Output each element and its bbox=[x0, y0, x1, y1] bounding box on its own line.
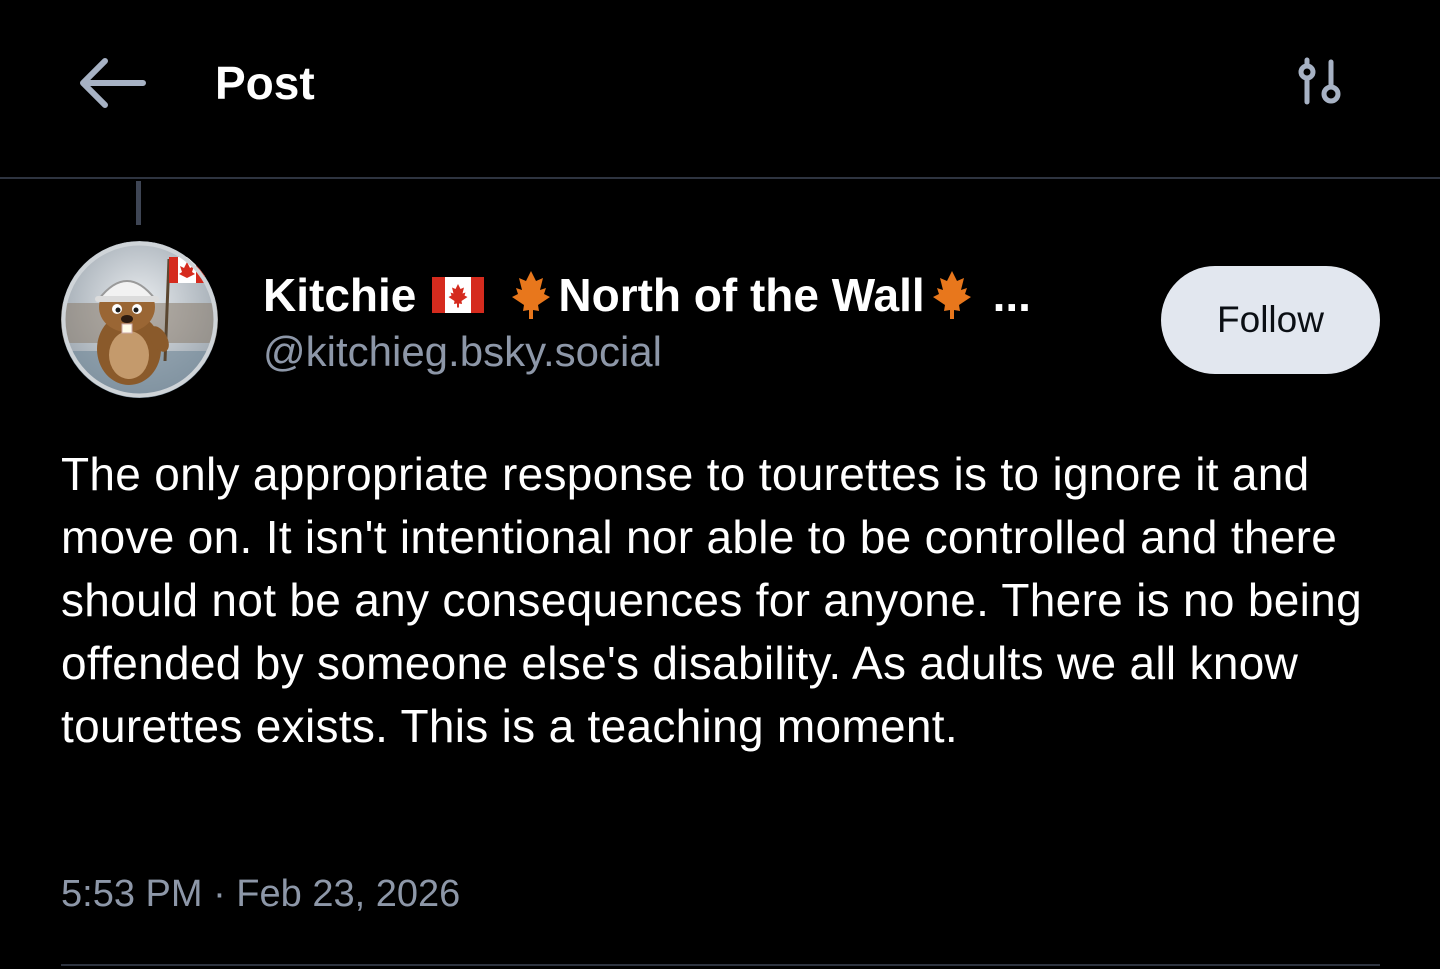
canada-flag-icon bbox=[432, 277, 485, 313]
follow-button[interactable]: Follow bbox=[1161, 266, 1380, 374]
beaver-avatar-image bbox=[61, 241, 218, 398]
back-button[interactable] bbox=[70, 50, 152, 116]
divider bbox=[61, 964, 1380, 966]
post-body-text: The only appropriate response to tourett… bbox=[61, 448, 1362, 752]
post-timestamp[interactable]: 5:53 PM · Feb 23, 2026 bbox=[61, 870, 460, 918]
maple-leaf-icon bbox=[932, 271, 971, 319]
page-title: Post bbox=[215, 57, 315, 109]
maple-leaf-icon bbox=[512, 271, 551, 319]
author-display-name[interactable]: Kitchie North of the Wall ... bbox=[263, 264, 1031, 326]
thread-settings-button[interactable] bbox=[1284, 52, 1354, 116]
author-name: Kitchie bbox=[263, 269, 417, 321]
top-bar: Post bbox=[0, 0, 1440, 179]
post-page: Post Kitchie North of the Wall ... @kitc… bbox=[0, 0, 1440, 969]
avatar[interactable] bbox=[61, 241, 218, 398]
sliders-icon bbox=[1298, 57, 1341, 105]
name-truncation-ellipsis: ... bbox=[992, 269, 1031, 321]
thread-connector-line bbox=[136, 181, 141, 225]
author-name-suffix: North of the Wall bbox=[558, 269, 925, 321]
author-handle[interactable]: @kitchieg.bsky.social bbox=[263, 326, 662, 378]
arrow-left-icon bbox=[80, 58, 146, 108]
